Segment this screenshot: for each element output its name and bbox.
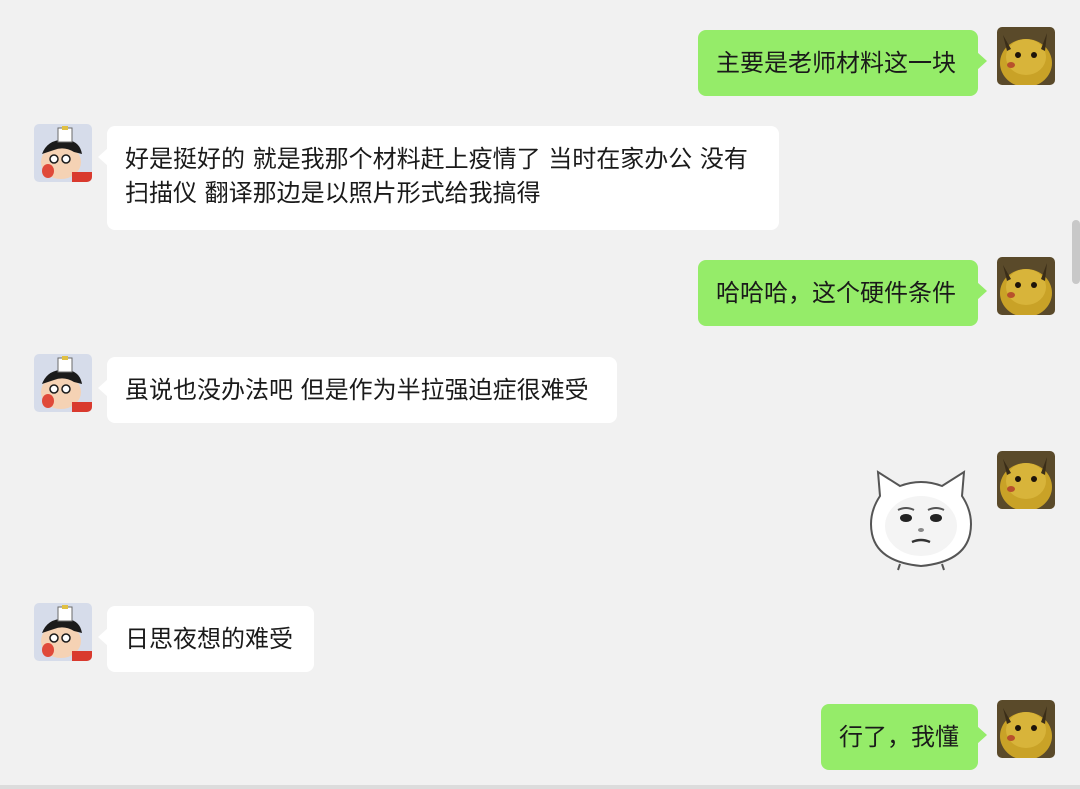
self-avatar[interactable] [997, 451, 1055, 509]
message-text: 哈哈哈，这个硬件条件 [716, 279, 956, 307]
message-bubble-incoming[interactable]: 好是挺好的 就是我那个材料赶上疫情了 当时在家办公 没有扫描仪 翻译那边是以照片… [98, 126, 779, 230]
crayon-shinchan-avatar-icon [34, 603, 92, 661]
self-avatar[interactable] [997, 27, 1055, 85]
other-avatar[interactable] [34, 354, 92, 412]
crayon-shinchan-avatar-icon [34, 124, 92, 182]
scrollbar[interactable] [1072, 220, 1080, 284]
message-text: 好是挺好的 就是我那个材料赶上疫情了 当时在家办公 没有扫描仪 翻译那边是以照片… [125, 145, 748, 207]
other-avatar[interactable] [34, 124, 92, 182]
message-text: 主要是老师材料这一块 [716, 49, 956, 77]
message-bubble-incoming[interactable]: 日思夜想的难受 [98, 606, 314, 672]
chat-area: 主要是老师材料这一块 好是挺好的 就是我那个材料赶上疫情了 当时在家办公 没有扫… [0, 0, 1080, 789]
self-avatar[interactable] [997, 700, 1055, 758]
message-bubble-outgoing[interactable]: 哈哈哈，这个硬件条件 [698, 260, 987, 326]
other-avatar[interactable] [34, 603, 92, 661]
message-text: 行了，我懂 [839, 723, 959, 751]
message-bubble-outgoing[interactable]: 主要是老师材料这一块 [698, 30, 987, 96]
pikachu-avatar-icon [997, 451, 1055, 509]
pikachu-avatar-icon [997, 700, 1055, 758]
cat-face-sticker[interactable] [866, 468, 976, 572]
pikachu-avatar-icon [997, 27, 1055, 85]
message-bubble-outgoing[interactable]: 行了，我懂 [821, 704, 987, 770]
message-bubble-incoming[interactable]: 虽说也没办法吧 但是作为半拉强迫症很难受 [98, 357, 617, 423]
message-text: 日思夜想的难受 [125, 625, 293, 653]
pikachu-avatar-icon [997, 257, 1055, 315]
message-text: 虽说也没办法吧 但是作为半拉强迫症很难受 [125, 376, 589, 404]
cat-face-sticker-icon [870, 470, 972, 571]
bottom-divider [0, 785, 1080, 789]
self-avatar[interactable] [997, 257, 1055, 315]
crayon-shinchan-avatar-icon [34, 354, 92, 412]
